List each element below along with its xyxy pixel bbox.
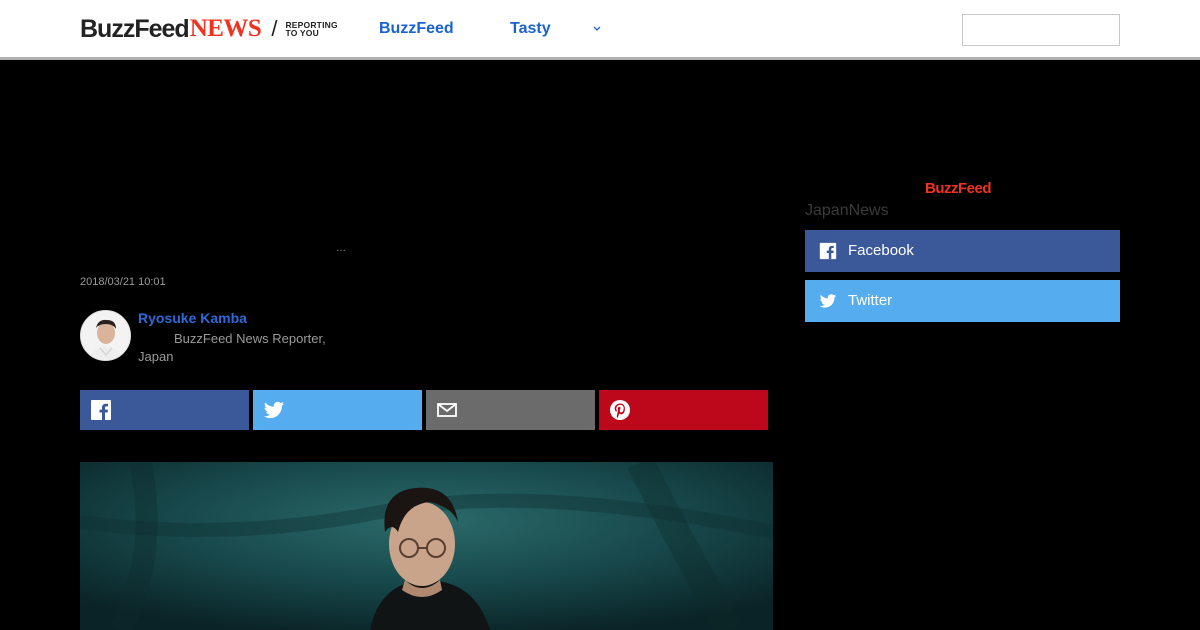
facebook-icon: [91, 400, 111, 420]
logo-slash: /: [271, 16, 278, 41]
chevron-down-icon[interactable]: [592, 25, 602, 33]
twitter-icon: [263, 401, 285, 419]
buzzfeed-news-logo[interactable]: BuzzFeed NEWS / REPORTING TO YOU: [80, 15, 338, 43]
facebook-icon: [819, 242, 837, 260]
search-input[interactable]: [962, 14, 1120, 46]
logo-news-text: NEWS: [189, 15, 262, 42]
follow-twitter-button[interactable]: Twitter: [805, 280, 1120, 322]
pinterest-icon: [610, 400, 630, 420]
follow-twitter-label: Twitter: [848, 292, 893, 309]
site-header: BuzzFeed NEWS / REPORTING TO YOU BuzzFee…: [0, 0, 1200, 60]
follow-facebook-label: Facebook: [848, 242, 914, 259]
author-avatar[interactable]: [80, 310, 131, 361]
sidebar-title: JapanNews: [805, 202, 889, 219]
headline-ellipsis: ...: [336, 240, 347, 254]
sidebar-buzzfeed-logo: BuzzFeed: [925, 180, 992, 197]
follow-facebook-button[interactable]: Facebook: [805, 230, 1120, 272]
author-portrait: [81, 311, 130, 360]
author-name-link[interactable]: Ryosuke Kamba: [138, 310, 247, 326]
share-twitter-button[interactable]: [253, 390, 422, 430]
article-timestamp: 2018/03/21 10:01: [80, 276, 166, 288]
share-bar: [80, 390, 768, 430]
mail-icon: [437, 403, 457, 417]
nav-link-tasty[interactable]: Tasty: [510, 20, 551, 38]
twitter-icon: [819, 294, 837, 308]
nav-link-buzzfeed[interactable]: BuzzFeed: [379, 20, 454, 38]
article-hero-image: [80, 462, 773, 630]
author-role: BuzzFeed News Reporter, Japan: [138, 331, 326, 364]
logo-buzzfeed-text: BuzzFeed: [80, 14, 190, 43]
share-facebook-button[interactable]: [80, 390, 249, 430]
hero-photo: [80, 462, 773, 630]
share-pinterest-button[interactable]: [599, 390, 768, 430]
tagline-line2: TO YOU: [285, 28, 319, 38]
share-email-button[interactable]: [426, 390, 595, 430]
logo-tagline: REPORTING TO YOU: [285, 20, 337, 38]
